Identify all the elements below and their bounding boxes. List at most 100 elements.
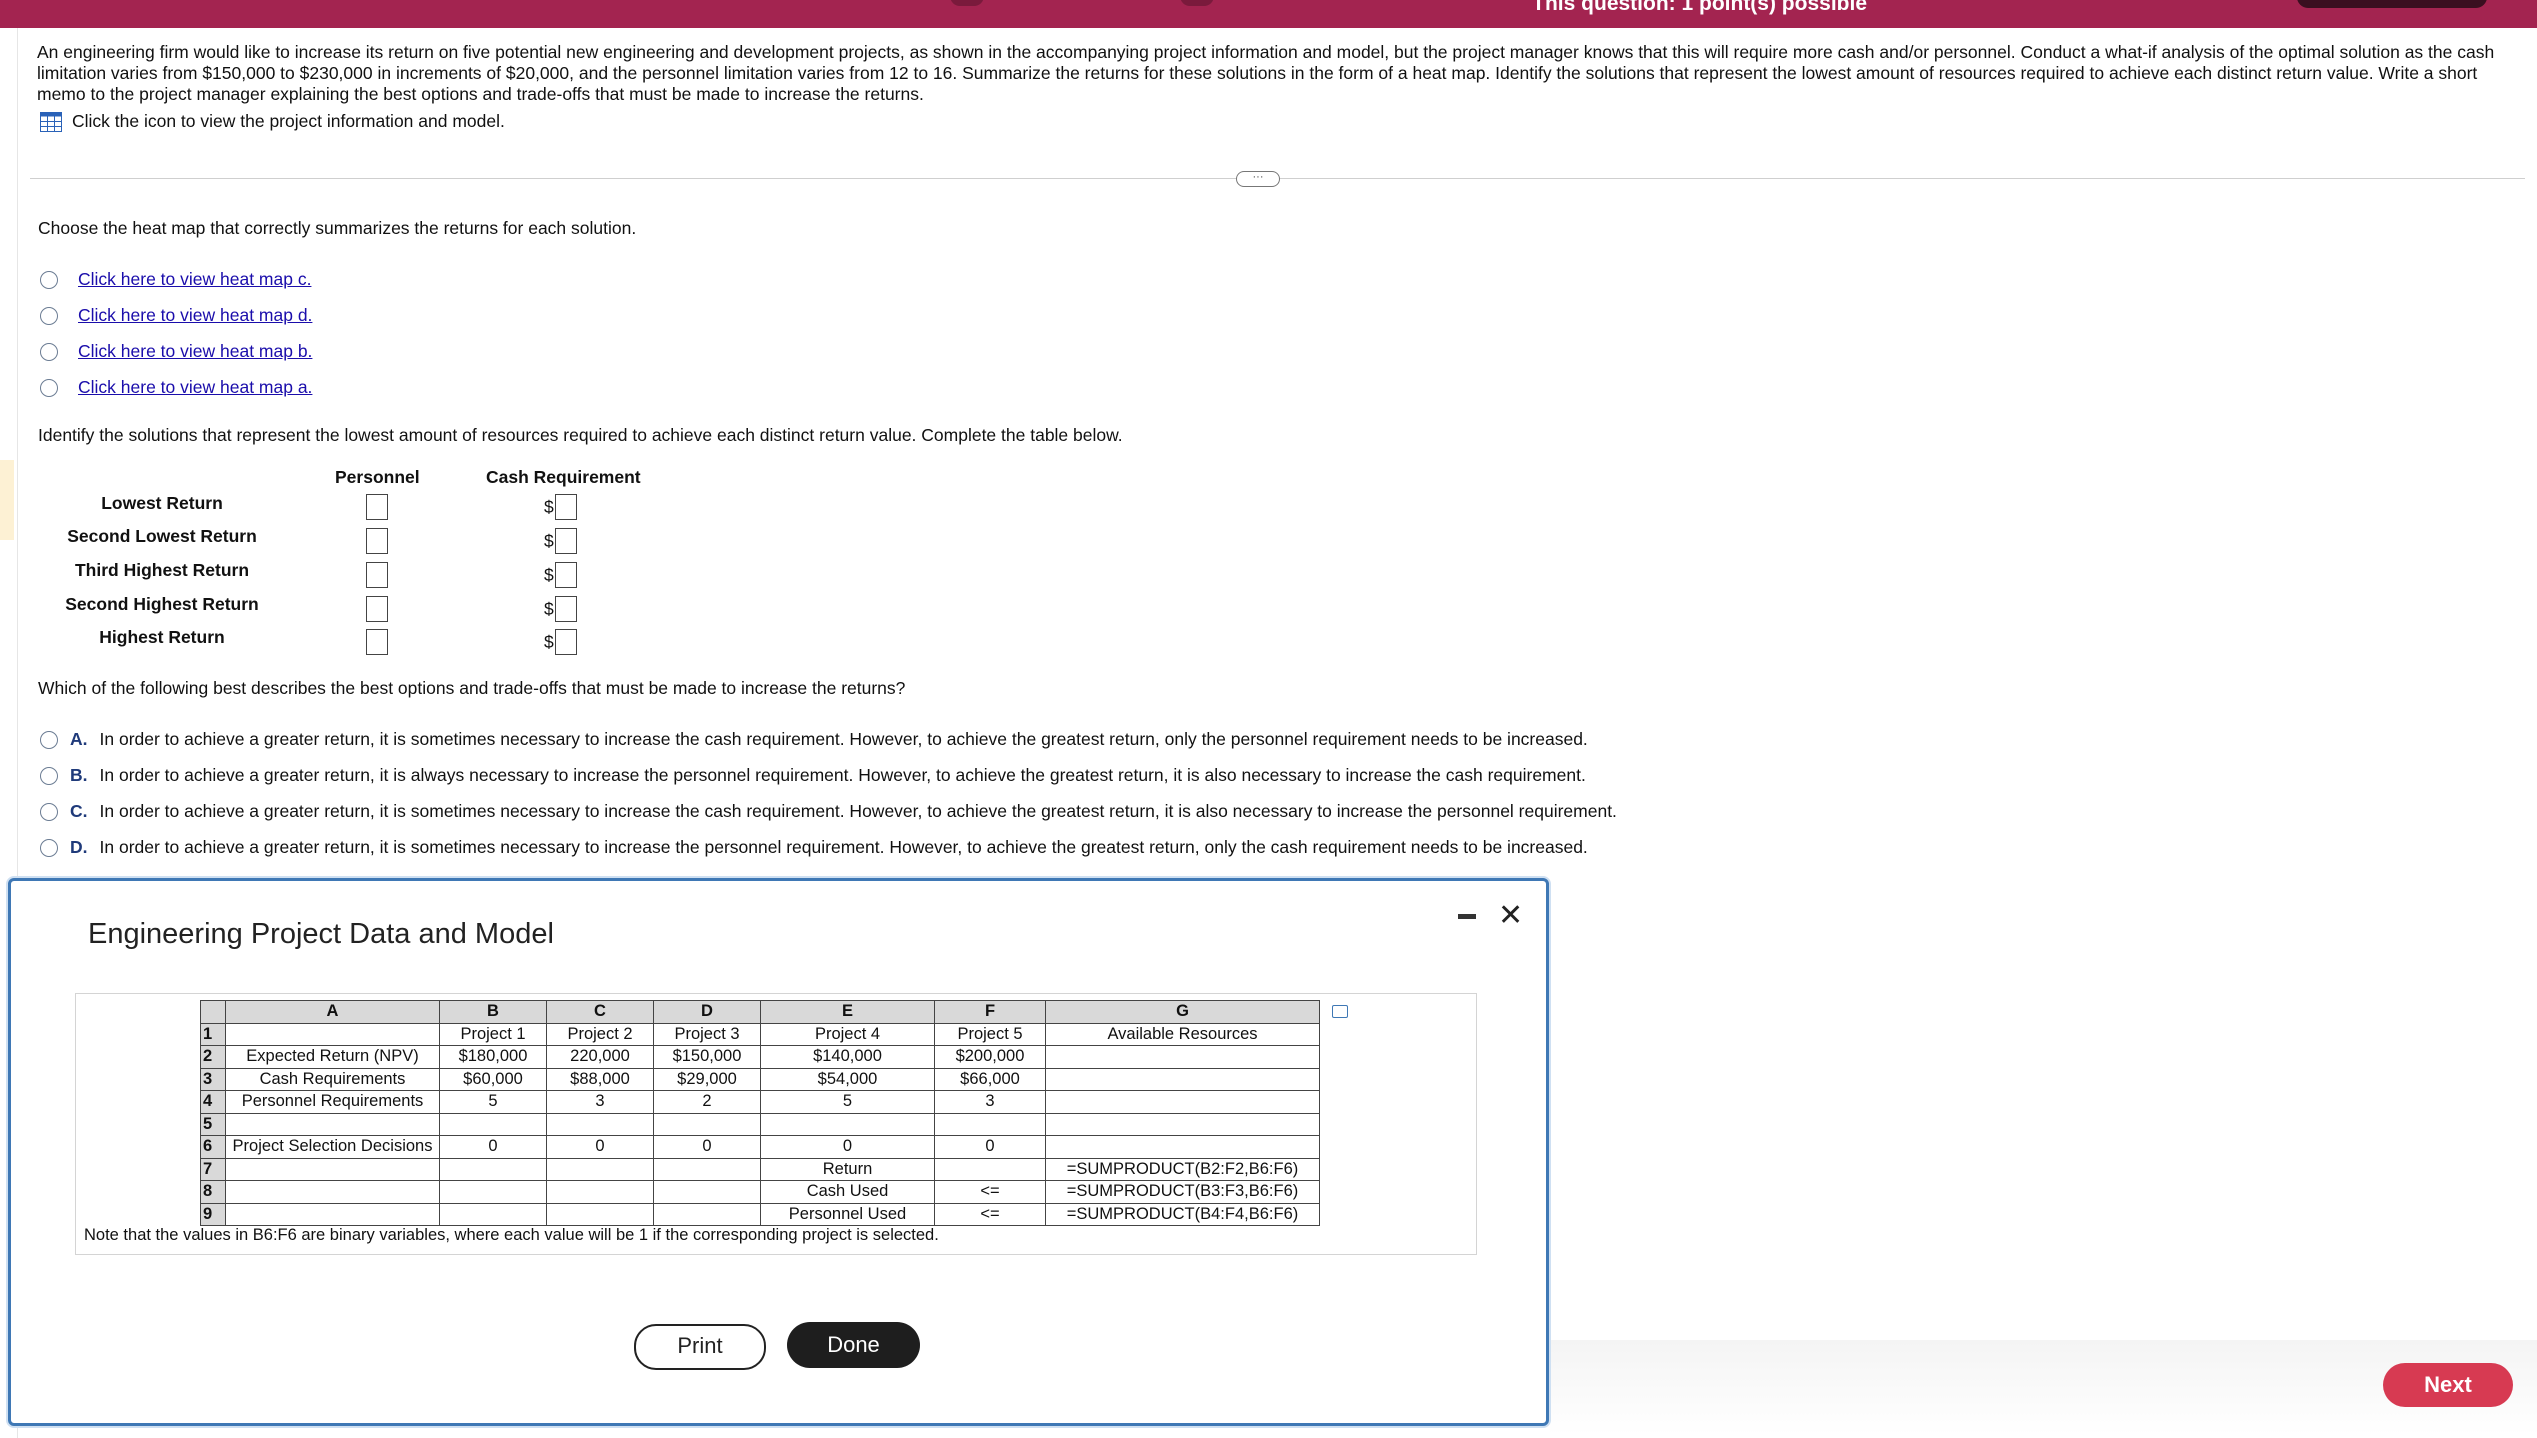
currency-symbol: $ bbox=[544, 599, 554, 619]
radio-button[interactable] bbox=[40, 802, 58, 821]
radio-button[interactable] bbox=[40, 838, 58, 857]
done-button[interactable]: Done bbox=[787, 1322, 920, 1368]
sheet-row: 9 Personnel Used <= =SUMPRODUCT(B4:F4,B6:F6… bbox=[200, 1202, 1320, 1226]
row-label: Third Highest Return bbox=[74, 560, 250, 580]
sheet-row: 5 bbox=[200, 1112, 1320, 1136]
sheet-cell: 3 bbox=[934, 1090, 1046, 1114]
sheet-cell: 0 bbox=[439, 1135, 547, 1159]
sheet-cell: Expected Return (NPV) bbox=[225, 1045, 440, 1069]
sheet-cell: 2 bbox=[653, 1090, 761, 1114]
heatmap-prompt: Choose the heat map that correctly summa… bbox=[38, 218, 637, 238]
column-header: F bbox=[934, 1000, 1046, 1024]
cash-input[interactable] bbox=[555, 528, 577, 554]
sheet-cell: Project Selection Decisions bbox=[225, 1135, 440, 1159]
sheet-cell bbox=[1045, 1090, 1320, 1114]
row-number: 6 bbox=[200, 1135, 226, 1159]
personnel-input[interactable] bbox=[366, 528, 388, 554]
heatmap-option[interactable]: Click here to view heat map d. bbox=[40, 305, 312, 326]
radio-button[interactable] bbox=[40, 378, 58, 397]
heatmap-option[interactable]: Click here to view heat map a. bbox=[40, 377, 312, 398]
sheet-cell: Project 1 bbox=[439, 1022, 547, 1046]
sheet-cell: =SUMPRODUCT(B2:F2,B6:F6) bbox=[1045, 1157, 1320, 1181]
close-icon[interactable]: ✕ bbox=[1498, 898, 1523, 933]
heatmap-option[interactable]: Click here to view heat map c. bbox=[40, 269, 311, 290]
grid-table-icon[interactable] bbox=[40, 111, 62, 132]
heatmap-link-d[interactable]: Click here to view heat map d. bbox=[78, 305, 312, 326]
cash-input[interactable] bbox=[555, 596, 577, 622]
radio-button[interactable] bbox=[40, 306, 58, 325]
sheet-cell: Cash Used bbox=[760, 1180, 935, 1204]
sheet-cell: Project 5 bbox=[934, 1022, 1046, 1046]
choice-b[interactable]: B. In order to achieve a greater return,… bbox=[40, 765, 1586, 786]
print-button[interactable]: Print bbox=[634, 1324, 766, 1370]
sheet-cell bbox=[653, 1112, 761, 1136]
minimize-icon[interactable] bbox=[1458, 914, 1476, 919]
sheet-cell bbox=[653, 1202, 761, 1226]
sheet-cell: 0 bbox=[760, 1135, 935, 1159]
sheet-row: 3 Cash Requirements $60,000 $88,000 $29,000 $… bbox=[200, 1067, 1320, 1091]
sheet-cell: 0 bbox=[934, 1135, 1046, 1159]
heatmap-link-c[interactable]: Click here to view heat map c. bbox=[78, 269, 311, 290]
expand-button[interactable]: ··· bbox=[1236, 171, 1280, 187]
sheet-cell bbox=[439, 1157, 547, 1181]
column-header: G bbox=[1045, 1000, 1320, 1024]
sheet-cell bbox=[1045, 1067, 1320, 1091]
cash-input[interactable] bbox=[555, 562, 577, 588]
nav-dot bbox=[950, 0, 984, 6]
personnel-input[interactable] bbox=[366, 562, 388, 588]
sheet-cell: 5 bbox=[439, 1090, 547, 1114]
personnel-input[interactable] bbox=[366, 629, 388, 655]
radio-button[interactable] bbox=[40, 766, 58, 785]
radio-button[interactable] bbox=[40, 342, 58, 361]
row-label: Highest Return bbox=[99, 627, 225, 647]
cash-input[interactable] bbox=[555, 629, 577, 655]
row-number: 3 bbox=[200, 1067, 226, 1091]
sheet-cell: $88,000 bbox=[546, 1067, 654, 1091]
choice-a[interactable]: A. In order to achieve a greater return,… bbox=[40, 729, 1588, 750]
copy-data-icon[interactable] bbox=[1332, 1005, 1348, 1018]
currency-symbol: $ bbox=[544, 565, 554, 585]
column-header: B bbox=[439, 1000, 547, 1024]
sheet-row: 1 Project 1 Project 2 Project 3 Project 4 Pro… bbox=[200, 1022, 1320, 1046]
choice-text: In order to achieve a greater return, it… bbox=[99, 729, 1588, 749]
sheet-cell bbox=[653, 1157, 761, 1181]
personnel-input[interactable] bbox=[366, 494, 388, 520]
sheet-cell: Available Resources bbox=[1045, 1022, 1320, 1046]
row-number: 8 bbox=[200, 1180, 226, 1204]
choice-letter: D. bbox=[70, 837, 88, 857]
next-button[interactable]: Next bbox=[2383, 1363, 2513, 1407]
column-header-row: A B C D E F G bbox=[200, 1000, 1320, 1024]
personnel-input[interactable] bbox=[366, 596, 388, 622]
sheet-row: 4 Personnel Requirements 5 3 2 5 3 bbox=[200, 1090, 1320, 1114]
row-label: Lowest Return bbox=[101, 493, 223, 513]
sheet-cell: $150,000 bbox=[653, 1045, 761, 1069]
sheet-cell: $29,000 bbox=[653, 1067, 761, 1091]
sheet-cell bbox=[546, 1157, 654, 1181]
sheet-cell bbox=[546, 1180, 654, 1204]
radio-button[interactable] bbox=[40, 730, 58, 749]
sheet-cell bbox=[225, 1157, 440, 1181]
sheet-cell: 0 bbox=[653, 1135, 761, 1159]
sheet-cell: $60,000 bbox=[439, 1067, 547, 1091]
sheet-cell bbox=[546, 1202, 654, 1226]
column-header: C bbox=[546, 1000, 654, 1024]
choice-text: In order to achieve a greater return, it… bbox=[99, 837, 1588, 857]
heatmap-option[interactable]: Click here to view heat map b. bbox=[40, 341, 312, 362]
sheet-cell: Project 4 bbox=[760, 1022, 935, 1046]
choice-text: In order to achieve a greater return, it… bbox=[99, 801, 1617, 821]
heatmap-link-b[interactable]: Click here to view heat map b. bbox=[78, 341, 312, 362]
cash-input[interactable] bbox=[555, 494, 577, 520]
sheet-row: 6 Project Selection Decisions 0 0 0 0 0 bbox=[200, 1135, 1320, 1159]
row-number: 4 bbox=[200, 1090, 226, 1114]
choice-c[interactable]: C. In order to achieve a greater return,… bbox=[40, 801, 1617, 822]
choice-d[interactable]: D. In order to achieve a greater return,… bbox=[40, 837, 1588, 858]
row-number: 2 bbox=[200, 1045, 226, 1069]
header-button[interactable] bbox=[2297, 0, 2487, 8]
heatmap-link-a[interactable]: Click here to view heat map a. bbox=[78, 377, 312, 398]
nav-dot bbox=[1180, 0, 1214, 6]
radio-button[interactable] bbox=[40, 270, 58, 289]
row-number: 1 bbox=[200, 1022, 226, 1046]
spreadsheet-body: 1 Project 1 Project 2 Project 3 Project 4 Pro… bbox=[200, 1022, 1320, 1226]
row-label: Second Lowest Return bbox=[67, 526, 257, 546]
sheet-cell bbox=[225, 1180, 440, 1204]
